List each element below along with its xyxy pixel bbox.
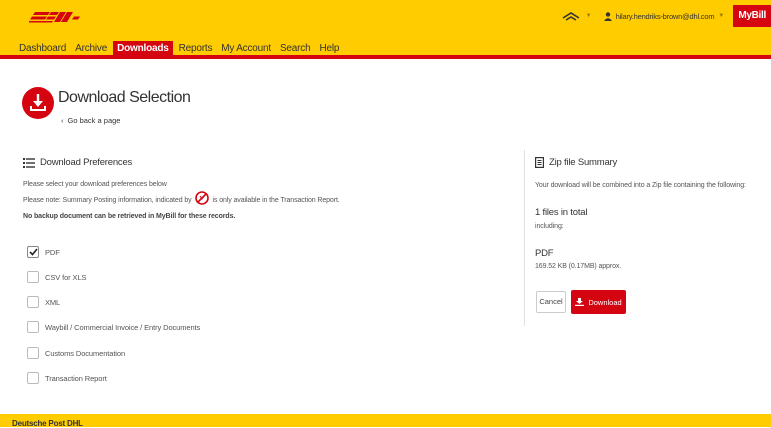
customs-checkbox[interactable] — [27, 347, 39, 359]
mybill-button[interactable]: MyBill — [733, 5, 771, 27]
summary-title: Zip file Summary — [535, 157, 617, 168]
chevron-down-icon[interactable]: ▼ — [586, 13, 592, 19]
note-before: Please note: Summary Posting information… — [23, 196, 192, 204]
csv-checkbox[interactable] — [27, 271, 39, 283]
nav-item-dashboard[interactable]: Dashboard — [19, 41, 66, 58]
cancel-button[interactable]: Cancel — [536, 291, 566, 313]
nav-item-downloads[interactable]: Downloads — [113, 41, 173, 58]
note-after: is only available in the Transaction Rep… — [212, 196, 340, 204]
option-label: CSV for XLS — [45, 272, 87, 282]
option-csv[interactable]: CSV for XLS — [27, 271, 87, 283]
footer: Deutsche Post DHL — [0, 414, 771, 428]
dhl-logo[interactable] — [29, 10, 80, 24]
top-right-area: ▼ hilary.hendriks-brown@dhl.com ▼ MyBill — [562, 5, 771, 27]
preferences-title: Download Preferences — [23, 157, 132, 168]
main-nav: Dashboard Archive Downloads Reports My A… — [0, 37, 771, 59]
list-icon — [23, 157, 35, 168]
preferences-note: Please note: Summary Posting information… — [23, 191, 340, 205]
back-link[interactable]: ‹ Go back a page — [61, 116, 120, 125]
option-label: Waybill / Commercial Invoice / Entry Doc… — [45, 322, 201, 332]
summary-description: Your download will be combined into a Zi… — [535, 182, 746, 189]
files-total: 1 files in total — [535, 207, 588, 218]
option-waybill[interactable]: Waybill / Commercial Invoice / Entry Doc… — [27, 321, 200, 333]
nav-item-archive[interactable]: Archive — [75, 41, 107, 58]
preferences-title-label: Download Preferences — [40, 157, 133, 168]
option-xml[interactable]: XML — [27, 296, 60, 308]
preferences-warning: No backup document can be retrieved in M… — [23, 213, 236, 220]
file-size: 169.52 KB (0.17MB) approx. — [535, 263, 622, 270]
pdf-checkbox[interactable] — [27, 246, 39, 258]
nav-item-help[interactable]: Help — [319, 41, 339, 58]
column-divider — [524, 150, 525, 326]
nav-item-search[interactable]: Search — [280, 41, 311, 58]
checkmark-icon — [28, 248, 38, 256]
download-icon — [575, 298, 585, 306]
option-label: XML — [45, 297, 61, 307]
transaction-report-checkbox[interactable] — [27, 372, 39, 384]
preferences-intro: Please select your download preferences … — [23, 181, 167, 188]
option-customs[interactable]: Customs Documentation — [27, 347, 125, 359]
page-title: Download Selection — [58, 89, 191, 106]
download-button-label: Download — [588, 297, 622, 307]
option-pdf[interactable]: PDF — [27, 246, 60, 258]
summary-title-label: Zip file Summary — [549, 157, 618, 168]
waybill-checkbox[interactable] — [27, 321, 39, 333]
download-icon — [22, 87, 54, 119]
chevron-down-icon[interactable]: ▼ — [718, 13, 724, 19]
user-email[interactable]: hilary.hendriks-brown@dhl.com — [616, 12, 715, 21]
option-transaction-report[interactable]: Transaction Report — [27, 372, 107, 384]
no-summary-icon — [194, 191, 209, 205]
option-label: PDF — [45, 247, 60, 257]
nav-item-reports[interactable]: Reports — [179, 41, 213, 58]
back-link-label: Go back a page — [67, 116, 121, 125]
including-label: including: — [535, 223, 564, 230]
option-label: Customs Documentation — [45, 348, 126, 358]
nav-item-my-account[interactable]: My Account — [221, 41, 271, 58]
document-icon — [535, 157, 544, 168]
xml-checkbox[interactable] — [27, 296, 39, 308]
download-button[interactable]: Download — [571, 290, 626, 314]
user-icon — [603, 11, 612, 21]
top-bar: ▼ hilary.hendriks-brown@dhl.com ▼ MyBill — [0, 0, 771, 37]
dhl-wave-icon[interactable] — [562, 11, 580, 21]
file-type: PDF — [535, 248, 554, 259]
chevron-left-icon: ‹ — [61, 116, 64, 125]
option-label: Transaction Report — [45, 373, 107, 383]
